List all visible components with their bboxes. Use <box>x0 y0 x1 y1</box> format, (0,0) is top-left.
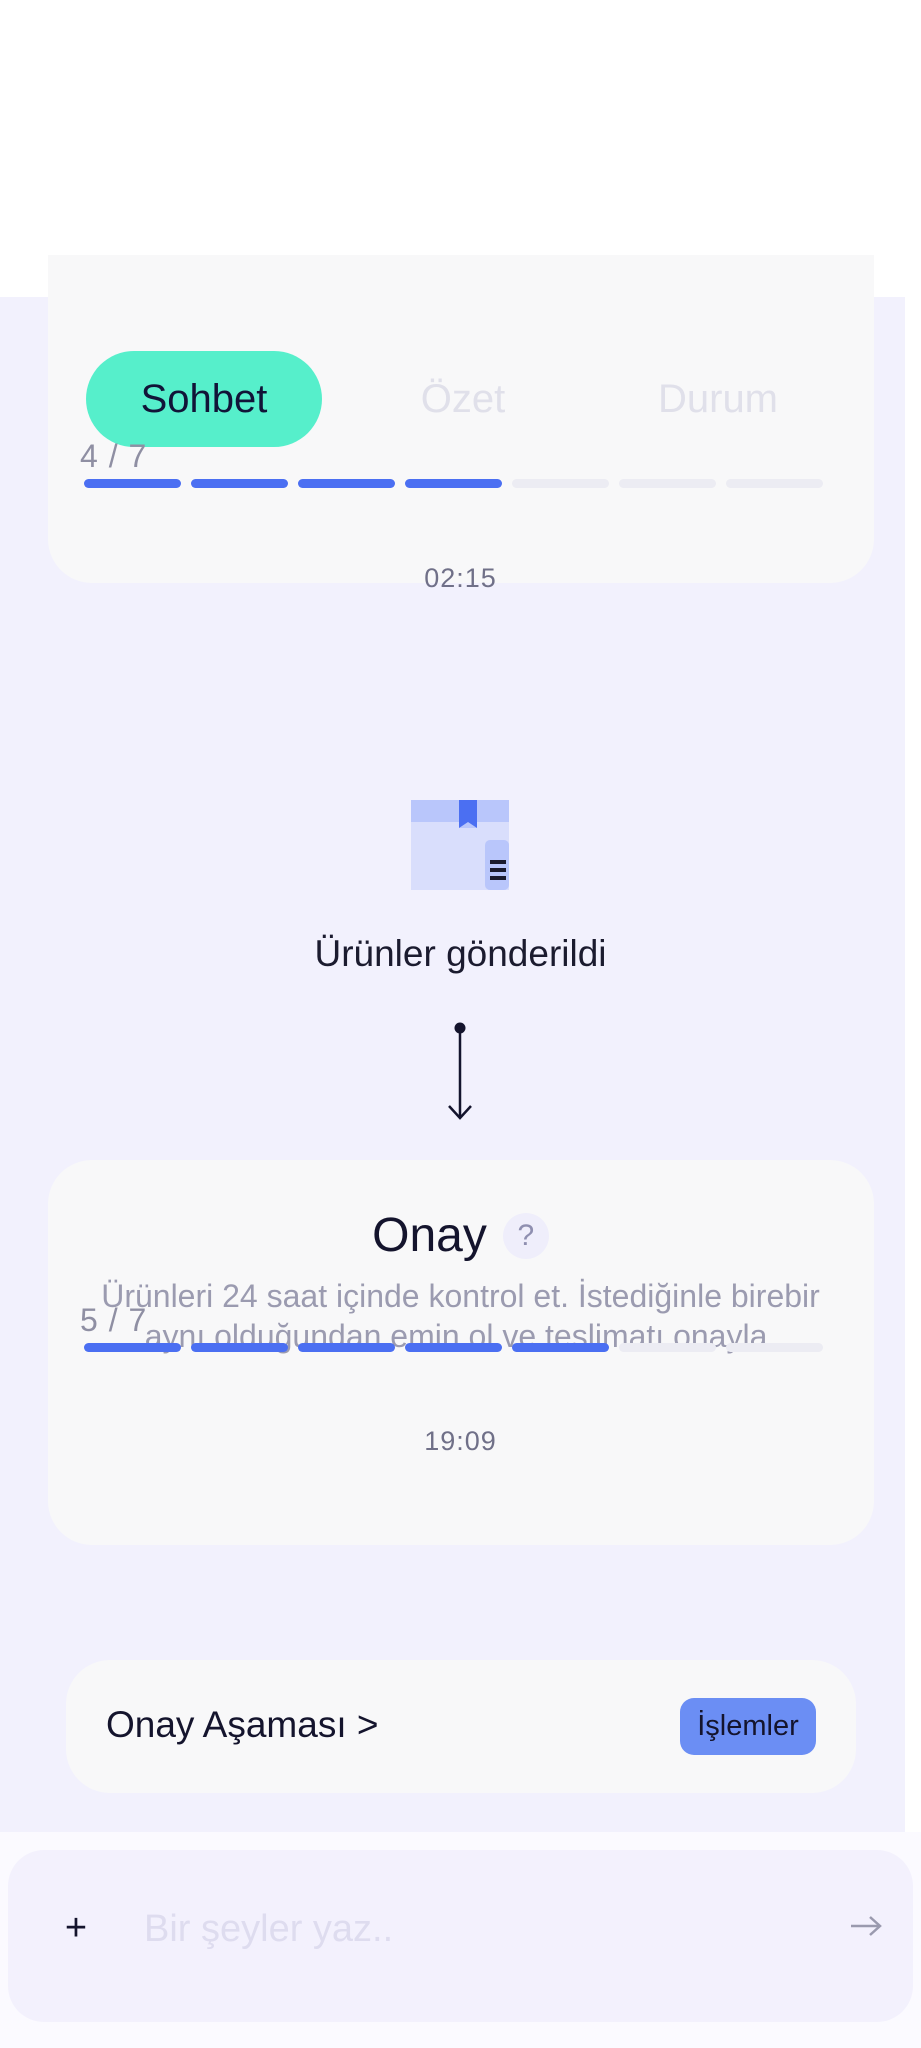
onay-title-row: Onay ? <box>0 1208 921 1263</box>
tab-durum[interactable]: Durum <box>648 351 788 447</box>
progress-segment <box>298 479 395 488</box>
progress-segment <box>191 479 288 488</box>
arrow-right-icon <box>851 1916 882 1936</box>
onay-stage-row[interactable]: Onay Aşaması > İşlemler <box>66 1660 856 1793</box>
tab-ozet[interactable]: Özet <box>376 351 550 447</box>
event-title: Ürünler gönderildi <box>314 933 607 974</box>
tab-sohbet[interactable]: Sohbet <box>86 351 322 447</box>
composer-input-container: + <box>8 1850 913 2022</box>
send-button[interactable] <box>840 1900 892 1952</box>
progress-segment <box>191 1343 288 1352</box>
step-counter: 5 / 7 <box>80 1302 148 1338</box>
progress-segment <box>84 1343 181 1352</box>
add-attachment-button[interactable]: + <box>48 1900 104 1956</box>
progress-bar <box>84 479 823 488</box>
progress-segment <box>619 479 716 488</box>
message-timestamp: 02:15 <box>424 563 497 593</box>
step-counter: 4 / 7 <box>80 438 148 474</box>
progress-segment <box>298 1343 395 1352</box>
arrow-down-icon <box>448 1022 472 1120</box>
onay-title: Onay <box>372 1209 487 1262</box>
progress-segment <box>405 479 502 488</box>
progress-segment <box>619 1343 716 1352</box>
progress-segment <box>84 479 181 488</box>
composer-bar: + <box>0 1832 921 2048</box>
progress-bar <box>84 1343 823 1352</box>
status-area <box>0 0 921 297</box>
islemler-button[interactable]: İşlemler <box>680 1698 816 1755</box>
package-box-icon <box>411 800 509 890</box>
progress-segment <box>512 479 609 488</box>
scroll-edge <box>905 297 921 1832</box>
message-timestamp: 19:09 <box>424 1426 497 1456</box>
progress-segment <box>405 1343 502 1352</box>
tab-bar: Sohbet Özet Durum <box>86 351 788 447</box>
help-icon[interactable]: ? <box>502 1212 549 1259</box>
progress-segment <box>512 1343 609 1352</box>
onay-stage-label: Onay Aşaması > <box>106 1704 379 1745</box>
message-input[interactable] <box>144 1904 744 1954</box>
progress-segment <box>726 1343 823 1352</box>
progress-segment <box>726 479 823 488</box>
